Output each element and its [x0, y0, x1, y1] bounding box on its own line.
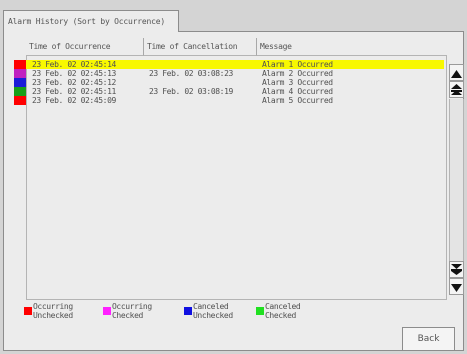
table-row[interactable]: 23 Feb. 02 02:45:12 Alarm 3 Occurred	[14, 78, 444, 87]
legend-line2: Unchecked	[193, 311, 233, 320]
page-down-button[interactable]	[449, 261, 464, 278]
column-header-cancellation: Time of Cancellation	[144, 38, 257, 56]
occurrence-cell: 23 Feb. 02 02:45:14	[32, 60, 116, 69]
page-up-button[interactable]	[449, 81, 464, 98]
table-row[interactable]: 23 Feb. 02 02:45:14 Alarm 1 Occurred	[14, 60, 444, 69]
message-cell: Alarm 5 Occurred	[262, 96, 333, 105]
message-cell: Alarm 3 Occurred	[262, 78, 333, 87]
back-button[interactable]: Back	[402, 327, 455, 351]
page-up-icon	[451, 80, 462, 99]
legend-swatch	[103, 307, 111, 315]
column-headers: Time of Occurrence Time of Cancellation …	[26, 38, 447, 56]
legend-line2: Checked	[265, 311, 296, 320]
legend-canceled-unchecked: Canceled Unchecked	[184, 302, 254, 322]
scroll-down-button[interactable]	[449, 278, 464, 295]
cancellation-cell: 23 Feb. 02 03:08:23	[149, 69, 233, 78]
status-swatch	[14, 96, 26, 105]
status-swatch	[14, 69, 26, 78]
legend-label: Canceled Checked	[265, 302, 301, 320]
column-cancellation-label: Time of Cancellation	[147, 42, 238, 51]
table-row[interactable]: 23 Feb. 02 02:45:11 23 Feb. 02 03:08:19 …	[14, 87, 444, 96]
occurrence-cell: 23 Feb. 02 02:45:13	[32, 69, 116, 78]
occurrence-cell: 23 Feb. 02 02:45:12	[32, 78, 116, 87]
alarm-rows: 23 Feb. 02 02:45:14 Alarm 1 Occurred 23 …	[14, 60, 444, 105]
scroll-up-button[interactable]	[449, 64, 464, 81]
message-cell: Alarm 2 Occurred	[262, 69, 333, 78]
legend-occurring-checked: Occurring Checked	[103, 302, 173, 322]
legend-swatch	[24, 307, 32, 315]
table-row[interactable]: 23 Feb. 02 02:45:13 23 Feb. 02 03:08:23 …	[14, 69, 444, 78]
occurrence-cell: 23 Feb. 02 02:45:09	[32, 96, 116, 105]
legend-label: Canceled Unchecked	[193, 302, 233, 320]
legend-line2: Checked	[112, 311, 143, 320]
tab-alarm-history[interactable]: Alarm History (Sort by Occurrence)	[3, 10, 179, 32]
status-swatch	[14, 78, 26, 87]
message-cell: Alarm 1 Occurred	[262, 60, 333, 69]
legend-occurring-unchecked: Occurring Unchecked	[24, 302, 94, 322]
column-occurrence-label: Time of Occurrence	[29, 42, 111, 51]
message-cell: Alarm 4 Occurred	[262, 87, 333, 96]
legend-swatch	[184, 307, 192, 315]
legend-line1: Occurring	[112, 302, 152, 311]
legend-swatch	[256, 307, 264, 315]
cancellation-cell: 23 Feb. 02 03:08:19	[149, 87, 233, 96]
column-header-message: Message	[257, 38, 447, 56]
tab-label: Alarm History (Sort by Occurrence)	[8, 17, 165, 26]
legend-line1: Canceled	[193, 302, 229, 311]
scrollbar-track[interactable]	[449, 99, 464, 261]
status-swatch	[14, 60, 26, 69]
legend-canceled-checked: Canceled Checked	[256, 302, 326, 322]
legend-label: Occurring Unchecked	[33, 302, 73, 320]
column-header-occurrence: Time of Occurrence	[26, 38, 144, 56]
legend-line1: Occurring	[33, 302, 73, 311]
legend-line1: Canceled	[265, 302, 301, 311]
occurrence-cell: 23 Feb. 02 02:45:11	[32, 87, 116, 96]
table-row[interactable]: 23 Feb. 02 02:45:09 Alarm 5 Occurred	[14, 96, 444, 105]
status-swatch	[14, 87, 26, 96]
legend-line2: Unchecked	[33, 311, 73, 320]
legend-label: Occurring Checked	[112, 302, 152, 320]
column-message-label: Message	[260, 42, 292, 51]
down-icon	[451, 277, 462, 296]
